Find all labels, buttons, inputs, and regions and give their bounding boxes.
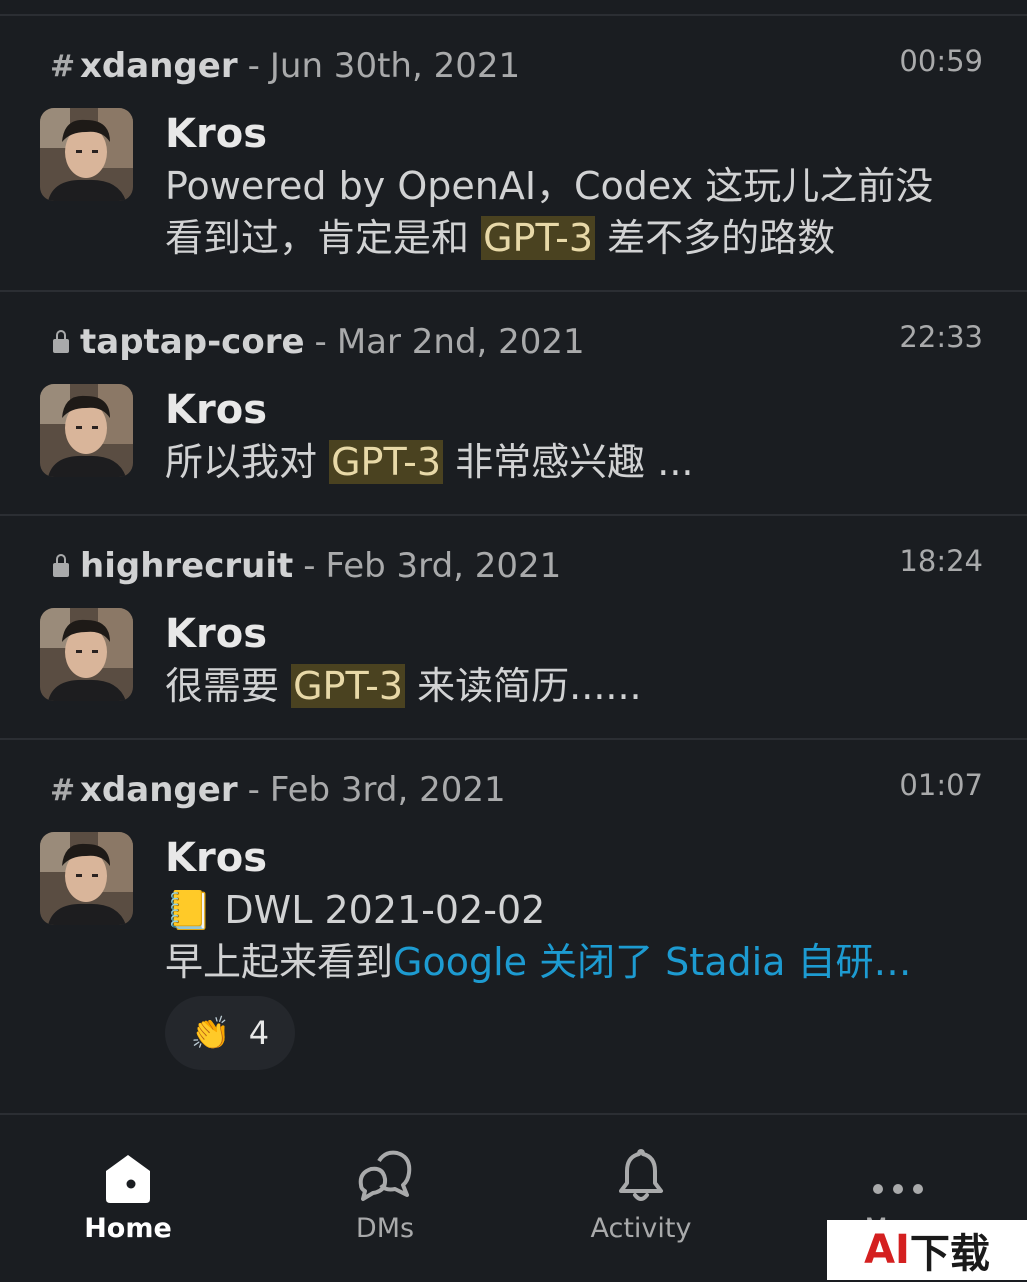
message-text: 📒 DWL 2021-02-02: [165, 888, 546, 932]
reaction-pill[interactable]: 👏 4: [165, 996, 295, 1070]
message-date: Jun 30th, 2021: [269, 46, 521, 86]
message-time: 22:33: [899, 320, 983, 354]
author-name[interactable]: Kros: [165, 384, 267, 436]
author-name[interactable]: Kros: [165, 108, 267, 160]
nav-home-label: Home: [84, 1213, 172, 1244]
message-line: Powered by OpenAI，Codex 这玩儿之前没: [165, 160, 995, 212]
meta-separator: -: [314, 322, 327, 362]
result-meta: # xdanger - Jun 30th, 2021: [50, 44, 520, 88]
message-text: 非常感兴趣 ...: [443, 440, 694, 484]
avatar[interactable]: [40, 832, 133, 925]
message-line: 📒 DWL 2021-02-02: [165, 884, 995, 936]
channel-name[interactable]: xdanger: [80, 770, 238, 810]
watermark-logo: AI 下载: [827, 1220, 1027, 1280]
more-dots-icon: [818, 1115, 978, 1205]
nav-activity[interactable]: Activity: [561, 1115, 721, 1244]
watermark-ai: AI: [864, 1227, 910, 1273]
message-text: 看到过，肯定是和: [165, 216, 482, 260]
message-time: 18:24: [899, 544, 983, 578]
reaction-count: 4: [248, 1014, 270, 1052]
channel-name[interactable]: xdanger: [80, 46, 238, 86]
message-link[interactable]: Google 关闭了 Stadia 自研…: [393, 940, 912, 984]
author-name[interactable]: Kros: [165, 608, 267, 660]
meta-separator: -: [303, 546, 316, 586]
message-text: Powered by OpenAI，Codex 这玩儿之前没: [165, 164, 934, 208]
result-meta: taptap-core - Mar 2nd, 2021: [50, 320, 585, 364]
message-text: 早上起来看到: [165, 940, 394, 984]
search-result[interactable]: # xdanger - Feb 3rd, 2021 01:07 Kros 📒 D…: [0, 740, 1027, 1112]
lock-icon: [53, 330, 69, 353]
channel-name[interactable]: highrecruit: [80, 546, 293, 586]
author-name[interactable]: Kros: [165, 832, 267, 884]
meta-separator: -: [247, 770, 260, 810]
dms-icon: [305, 1115, 465, 1205]
avatar-image: [40, 108, 133, 201]
avatar[interactable]: [40, 608, 133, 701]
avatar[interactable]: [40, 108, 133, 201]
message-text: 差不多的路数: [595, 216, 836, 260]
message-text: 来读简历......: [405, 664, 642, 708]
result-meta: highrecruit - Feb 3rd, 2021: [50, 544, 561, 588]
search-result[interactable]: # xdanger - Jun 30th, 2021 00:59 Kros Po…: [0, 16, 1027, 292]
watermark-text: 下载: [909, 1231, 990, 1277]
avatar-image: [40, 384, 133, 477]
message-date: Mar 2nd, 2021: [336, 322, 585, 362]
home-icon: [48, 1115, 208, 1205]
nav-dms-label: DMs: [355, 1213, 415, 1244]
search-result[interactable]: highrecruit - Feb 3rd, 2021 18:24 Kros 很…: [0, 516, 1027, 740]
search-results-list: # xdanger - Jun 30th, 2021 00:59 Kros Po…: [0, 16, 1027, 1112]
message-time: 00:59: [899, 44, 983, 78]
message-text: 很需要: [165, 664, 292, 708]
search-result[interactable]: taptap-core - Mar 2nd, 2021 22:33 Kros 所…: [0, 292, 1027, 516]
message-body: 所以我对 GPT-3 非常感兴趣 ...: [165, 436, 995, 488]
message-body: Powered by OpenAI，Codex 这玩儿之前没 看到过，肯定是和 G…: [165, 160, 995, 264]
nav-activity-label: Activity: [590, 1213, 692, 1244]
avatar[interactable]: [40, 384, 133, 477]
message-body: 很需要 GPT-3 来读简历......: [165, 660, 995, 712]
search-highlight: GPT-3: [329, 440, 444, 484]
message-time: 01:07: [899, 768, 983, 802]
nav-dms[interactable]: DMs: [305, 1115, 465, 1244]
channel-name[interactable]: taptap-core: [80, 322, 305, 362]
lock-icon: [53, 554, 69, 577]
hash-icon: #: [50, 772, 76, 808]
meta-separator: -: [247, 46, 260, 86]
hash-icon: #: [50, 48, 76, 84]
message-date: Feb 3rd, 2021: [325, 546, 562, 586]
avatar-image: [40, 832, 133, 925]
message-text: 所以我对: [165, 440, 330, 484]
bell-icon: [561, 1115, 721, 1205]
search-highlight: GPT-3: [291, 664, 406, 708]
avatar-image: [40, 608, 133, 701]
result-meta: # xdanger - Feb 3rd, 2021: [50, 768, 506, 812]
message-date: Feb 3rd, 2021: [269, 770, 506, 810]
nav-home[interactable]: Home: [48, 1115, 208, 1244]
message-line: 所以我对 GPT-3 非常感兴趣 ...: [165, 436, 995, 488]
message-body: 📒 DWL 2021-02-02 早上起来看到Google 关闭了 Stadia …: [165, 884, 995, 988]
message-line: 看到过，肯定是和 GPT-3 差不多的路数: [165, 212, 995, 264]
clapping-hands-emoji: 👏: [190, 1014, 231, 1052]
message-line: 很需要 GPT-3 来读简历......: [165, 660, 995, 712]
message-line: 早上起来看到Google 关闭了 Stadia 自研…: [165, 936, 995, 988]
search-highlight: GPT-3: [481, 216, 596, 260]
